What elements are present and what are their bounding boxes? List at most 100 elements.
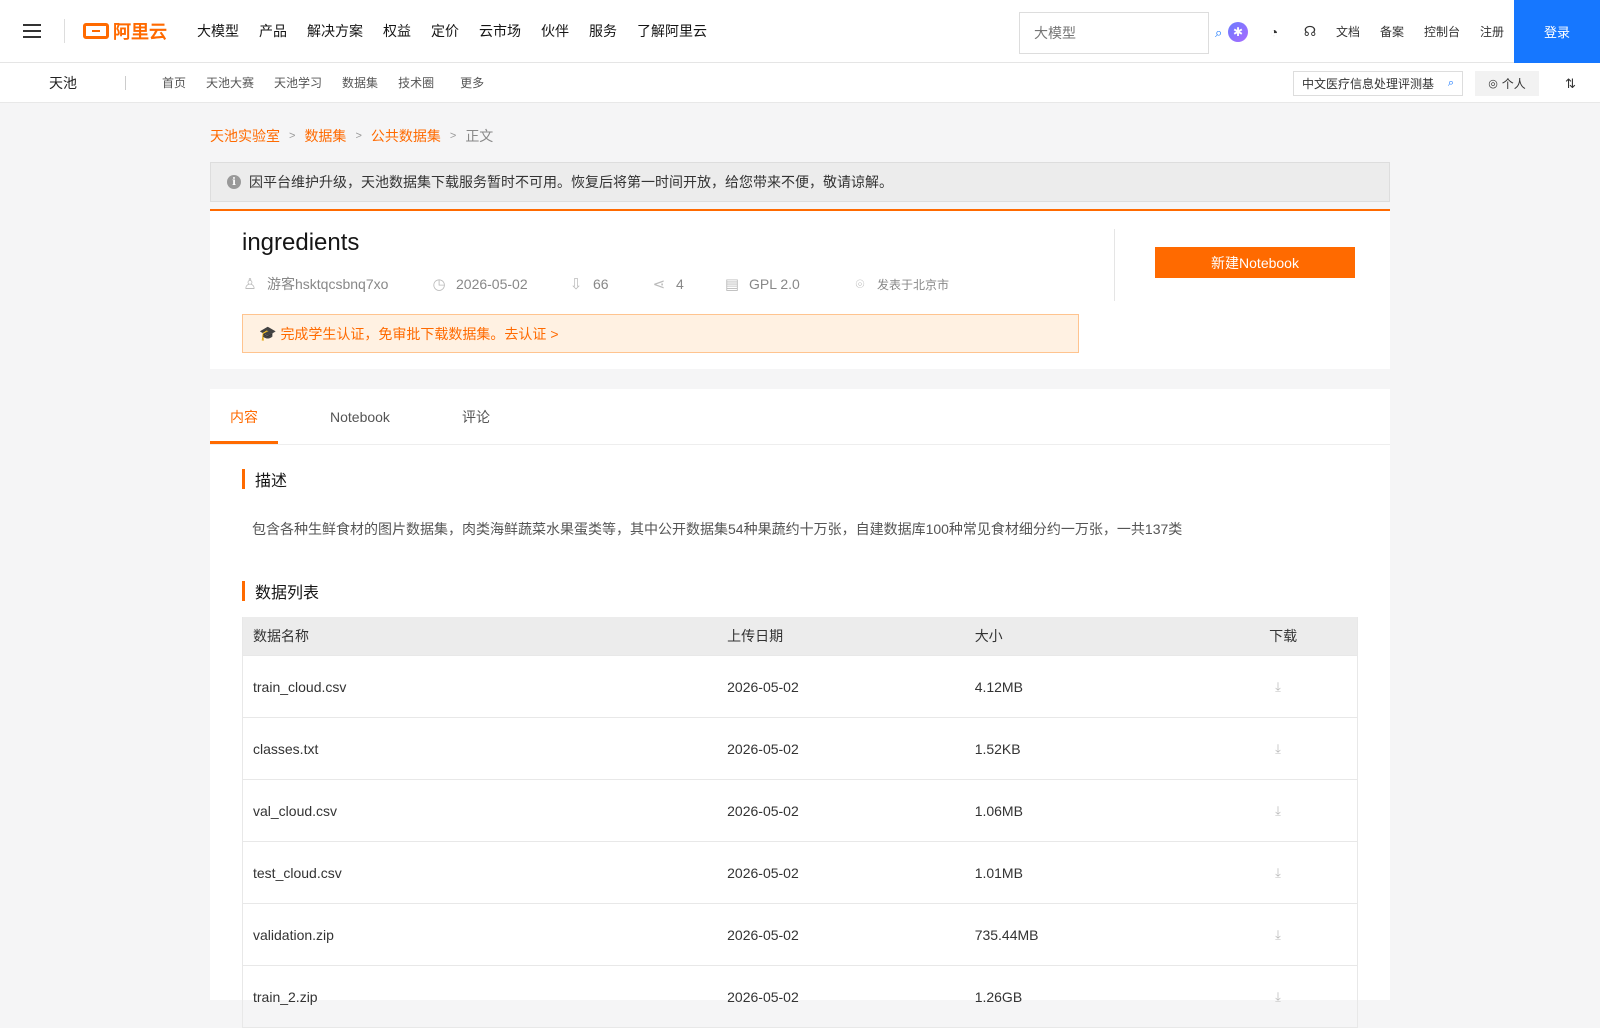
file-size: 1.06MB (974, 802, 1023, 819)
download-icon[interactable]: ⤓ (1275, 989, 1281, 1005)
nav-item-services[interactable]: 服务 (579, 0, 627, 63)
menu-icon[interactable] (0, 0, 64, 63)
register-link[interactable]: 注册 (1480, 23, 1504, 40)
table-row: classes.txt 2026-05-02 1.52KB ⤓ (243, 717, 1357, 779)
divider (64, 19, 65, 43)
column-header-date: 上传日期 (727, 628, 784, 644)
description-title: 描述 (255, 473, 288, 490)
global-search-input[interactable] (1034, 25, 1215, 41)
breadcrumb-public-datasets[interactable]: 公共数据集 (371, 126, 441, 146)
upload-date: 2026-05-02 (727, 864, 799, 881)
download-count: 66 (593, 276, 609, 292)
table-row: train_2.zip 2026-05-02 1.26GB ⤓ (243, 965, 1357, 1027)
meta-license: ▤ GPL 2.0 (724, 275, 852, 293)
tab-content[interactable]: 内容 (230, 389, 258, 445)
login-button[interactable]: 登录 (1514, 0, 1600, 63)
notice-text: 因平台维护升级，天池数据集下载服务暂时不可用。恢复后将第一时间开放，给您带来不便… (249, 174, 893, 190)
tianchi-search-input[interactable] (1302, 76, 1448, 91)
breadcrumb-lab[interactable]: 天池实验室 (210, 126, 280, 146)
nav-item-partners[interactable]: 伙伴 (531, 0, 579, 63)
chevron-right-icon: > (355, 130, 362, 142)
file-size: 4.12MB (974, 678, 1023, 695)
maintenance-notice: i 因平台维护升级，天池数据集下载服务暂时不可用。恢复后将第一时间开放，给您带来… (210, 162, 1390, 202)
location: 发表于北京市 (877, 277, 950, 292)
table-row: validation.zip 2026-05-02 735.44MB ⤓ (243, 903, 1357, 965)
tab-comments[interactable]: 评论 (462, 389, 490, 445)
subnav-links: 首页 天池大赛 天池学习 数据集 技术圈 更多 (162, 74, 504, 91)
download-icon: ⇩ (569, 276, 583, 293)
download-icon[interactable]: ⤓ (1275, 679, 1281, 695)
nav-item-benefits[interactable]: 权益 (373, 0, 421, 63)
console-link[interactable]: 控制台 (1424, 23, 1460, 40)
tab-notebook[interactable]: Notebook (330, 389, 390, 445)
subnav-item-more[interactable]: 更多 (460, 74, 484, 91)
personal-label: 个人 (1501, 77, 1526, 91)
file-size: 1.26GB (974, 988, 1023, 1005)
tianchi-title[interactable]: 天池 (49, 73, 125, 93)
meta-downloads: ⇩ 66 (568, 275, 651, 293)
download-icon[interactable]: ⤓ (1275, 803, 1281, 819)
file-name: validation.zip (253, 926, 334, 943)
divider (125, 75, 126, 90)
subnav-item-datasets[interactable]: 数据集 (342, 74, 378, 91)
upload-date: 2026-05-02 (727, 678, 799, 695)
chart-icon[interactable]: ◔ (1264, 22, 1284, 42)
global-search: ⌕ (1019, 12, 1222, 54)
breadcrumb-datasets[interactable]: 数据集 (304, 126, 346, 146)
location-pin-icon: ⌾ (855, 275, 865, 293)
tianchi-search: ⌕ (1293, 71, 1463, 96)
file-name: classes.txt (253, 740, 319, 757)
dataset-meta: ♙ 游客hsktqcsbnq7xo ◷ 2026-05-02 ⇩ 66 ⋖ 4 … (242, 274, 949, 294)
datalist-heading: 数据列表 (242, 579, 319, 603)
headset-icon[interactable]: ☊ (1300, 22, 1320, 42)
top-right-tools: ✱ ◔ ☊ 文档 备案 控制台 注册 (1228, 0, 1524, 63)
subnav-item-competitions[interactable]: 天池大赛 (206, 74, 254, 91)
license: GPL 2.0 (749, 276, 800, 292)
switch-icon[interactable]: ⇅ (1565, 76, 1576, 92)
brand-name: 阿里云 (113, 22, 167, 42)
personal-button[interactable]: ◎ 个人 (1475, 71, 1539, 96)
subnav-item-home[interactable]: 首页 (162, 74, 186, 91)
dataset-title: ingredients (242, 229, 360, 256)
meta-shares: ⋖ 4 (651, 275, 724, 293)
divider (1114, 229, 1115, 301)
subnav-item-learning[interactable]: 天池学习 (274, 74, 322, 91)
nav-item-about[interactable]: 了解阿里云 (627, 0, 717, 63)
student-verification-text[interactable]: 完成学生认证，免审批下载数据集。去认证 > (280, 324, 558, 344)
main-nav: 大模型 产品 解决方案 权益 定价 云市场 伙伴 服务 了解阿里云 (187, 0, 717, 63)
description-heading: 描述 (242, 467, 287, 491)
student-verification-banner[interactable]: 🎓 完成学生认证，免审批下载数据集。去认证 > (242, 314, 1079, 353)
graduation-cap-icon: 🎓 (259, 325, 277, 341)
file-name: train_cloud.csv (253, 678, 347, 695)
search-icon[interactable]: ⌕ (1448, 77, 1454, 90)
file-size: 1.52KB (974, 740, 1021, 757)
nav-item-marketplace[interactable]: 云市场 (469, 0, 531, 63)
new-notebook-button[interactable]: 新建Notebook (1155, 247, 1355, 278)
nav-item-models[interactable]: 大模型 (187, 0, 249, 63)
tianchi-subnav: 天池 首页 天池大赛 天池学习 数据集 技术圈 更多 ⌕ ◎ 个人 ⇅ (0, 63, 1600, 103)
subnav-item-tech[interactable]: 技术圈 (398, 74, 434, 91)
upload-date: 2026-05-02 (727, 802, 799, 819)
file-name: train_2.zip (253, 988, 318, 1005)
file-size: 735.44MB (974, 926, 1039, 943)
file-size: 1.01MB (974, 864, 1023, 881)
file-name: test_cloud.csv (253, 864, 342, 881)
download-icon[interactable]: ⤓ (1275, 741, 1281, 757)
description-text: 包含各种生鲜食材的图片数据集，肉类海鲜蔬菜水果蛋类等，其中公开数据集54种果蔬约… (252, 521, 1183, 537)
download-icon[interactable]: ⤓ (1275, 865, 1281, 881)
ai-assistant-icon[interactable]: ✱ (1228, 21, 1248, 42)
search-icon[interactable]: ⌕ (1215, 25, 1222, 41)
nav-item-products[interactable]: 产品 (249, 0, 297, 63)
data-table: 数据名称 上传日期 大小 下载 train_cloud.csv 2026-05-… (242, 617, 1358, 1028)
datalist-title: 数据列表 (255, 585, 320, 602)
docs-link[interactable]: 文档 (1336, 23, 1360, 40)
nav-item-pricing[interactable]: 定价 (421, 0, 469, 63)
nav-item-solutions[interactable]: 解决方案 (297, 0, 373, 63)
icp-link[interactable]: 备案 (1380, 23, 1404, 40)
info-icon: i (227, 175, 241, 189)
download-icon[interactable]: ⤓ (1275, 927, 1281, 943)
meta-date: ◷ 2026-05-02 (431, 275, 568, 293)
aliyun-logo[interactable]: 阿里云 (83, 18, 167, 44)
upload-date: 2026-05-02 (727, 926, 799, 943)
upload-date: 2026-05-02 (727, 988, 799, 1005)
